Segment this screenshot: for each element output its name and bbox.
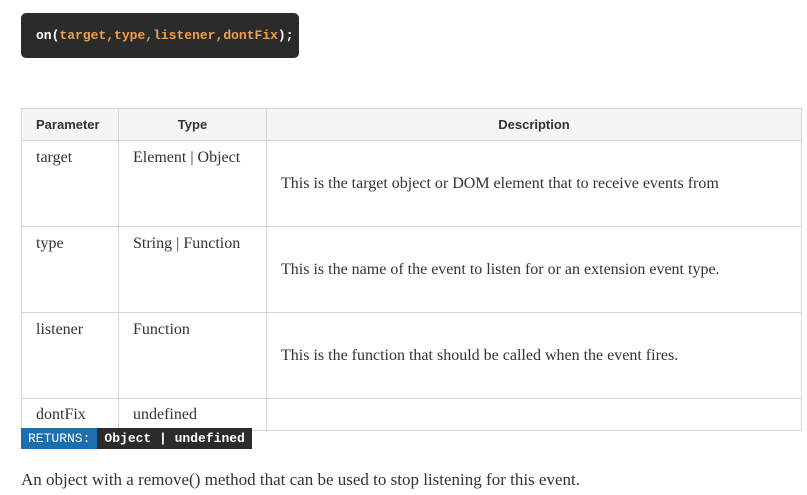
- param-type-cell: String | Function: [118, 226, 267, 313]
- code-signature: on(target, type, listener, dontFix);: [21, 13, 299, 58]
- param-name-cell: listener: [21, 312, 119, 399]
- table-row: dontFix undefined: [21, 398, 802, 431]
- header-description: Description: [266, 108, 802, 141]
- returns-label: RETURNS:: [21, 428, 98, 449]
- param-dontfix: dontFix: [223, 28, 278, 43]
- header-type: Type: [118, 108, 267, 141]
- param-type: type: [114, 28, 146, 43]
- param-description-cell: This is the function that should be call…: [266, 312, 802, 399]
- param-type-cell: Function: [118, 312, 267, 399]
- param-type-cell: undefined: [118, 398, 267, 431]
- param-description-cell: This is the target object or DOM element…: [266, 140, 802, 227]
- return-description: An object with a remove() method that ca…: [21, 470, 580, 489]
- param-description-cell: This is the name of the event to listen …: [266, 226, 802, 313]
- separator: ,: [145, 28, 154, 43]
- function-name: on: [36, 28, 52, 43]
- param-type-cell: Element | Object: [118, 140, 267, 227]
- param-description-cell: [266, 398, 802, 431]
- param-name-cell: dontFix: [21, 398, 119, 431]
- table-row: type String | Function This is the name …: [21, 226, 802, 313]
- header-parameter: Parameter: [21, 108, 119, 141]
- table-row: listener Function This is the function t…: [21, 312, 802, 399]
- param-listener: listener: [153, 28, 216, 43]
- param-target: target: [59, 28, 107, 43]
- open-paren: (: [51, 28, 60, 43]
- returns-type: Object | undefined: [97, 428, 252, 449]
- param-name-cell: type: [21, 226, 119, 313]
- parameters-table: Parameter Type Description target Elemen…: [21, 108, 802, 431]
- separator: ,: [215, 28, 224, 43]
- separator: ,: [106, 28, 115, 43]
- table-header-row: Parameter Type Description: [21, 108, 802, 141]
- param-name-cell: target: [21, 140, 119, 227]
- close-paren: );: [277, 28, 294, 43]
- returns-badge: RETURNS: Object | undefined: [21, 428, 252, 449]
- table-row: target Element | Object This is the targ…: [21, 140, 802, 227]
